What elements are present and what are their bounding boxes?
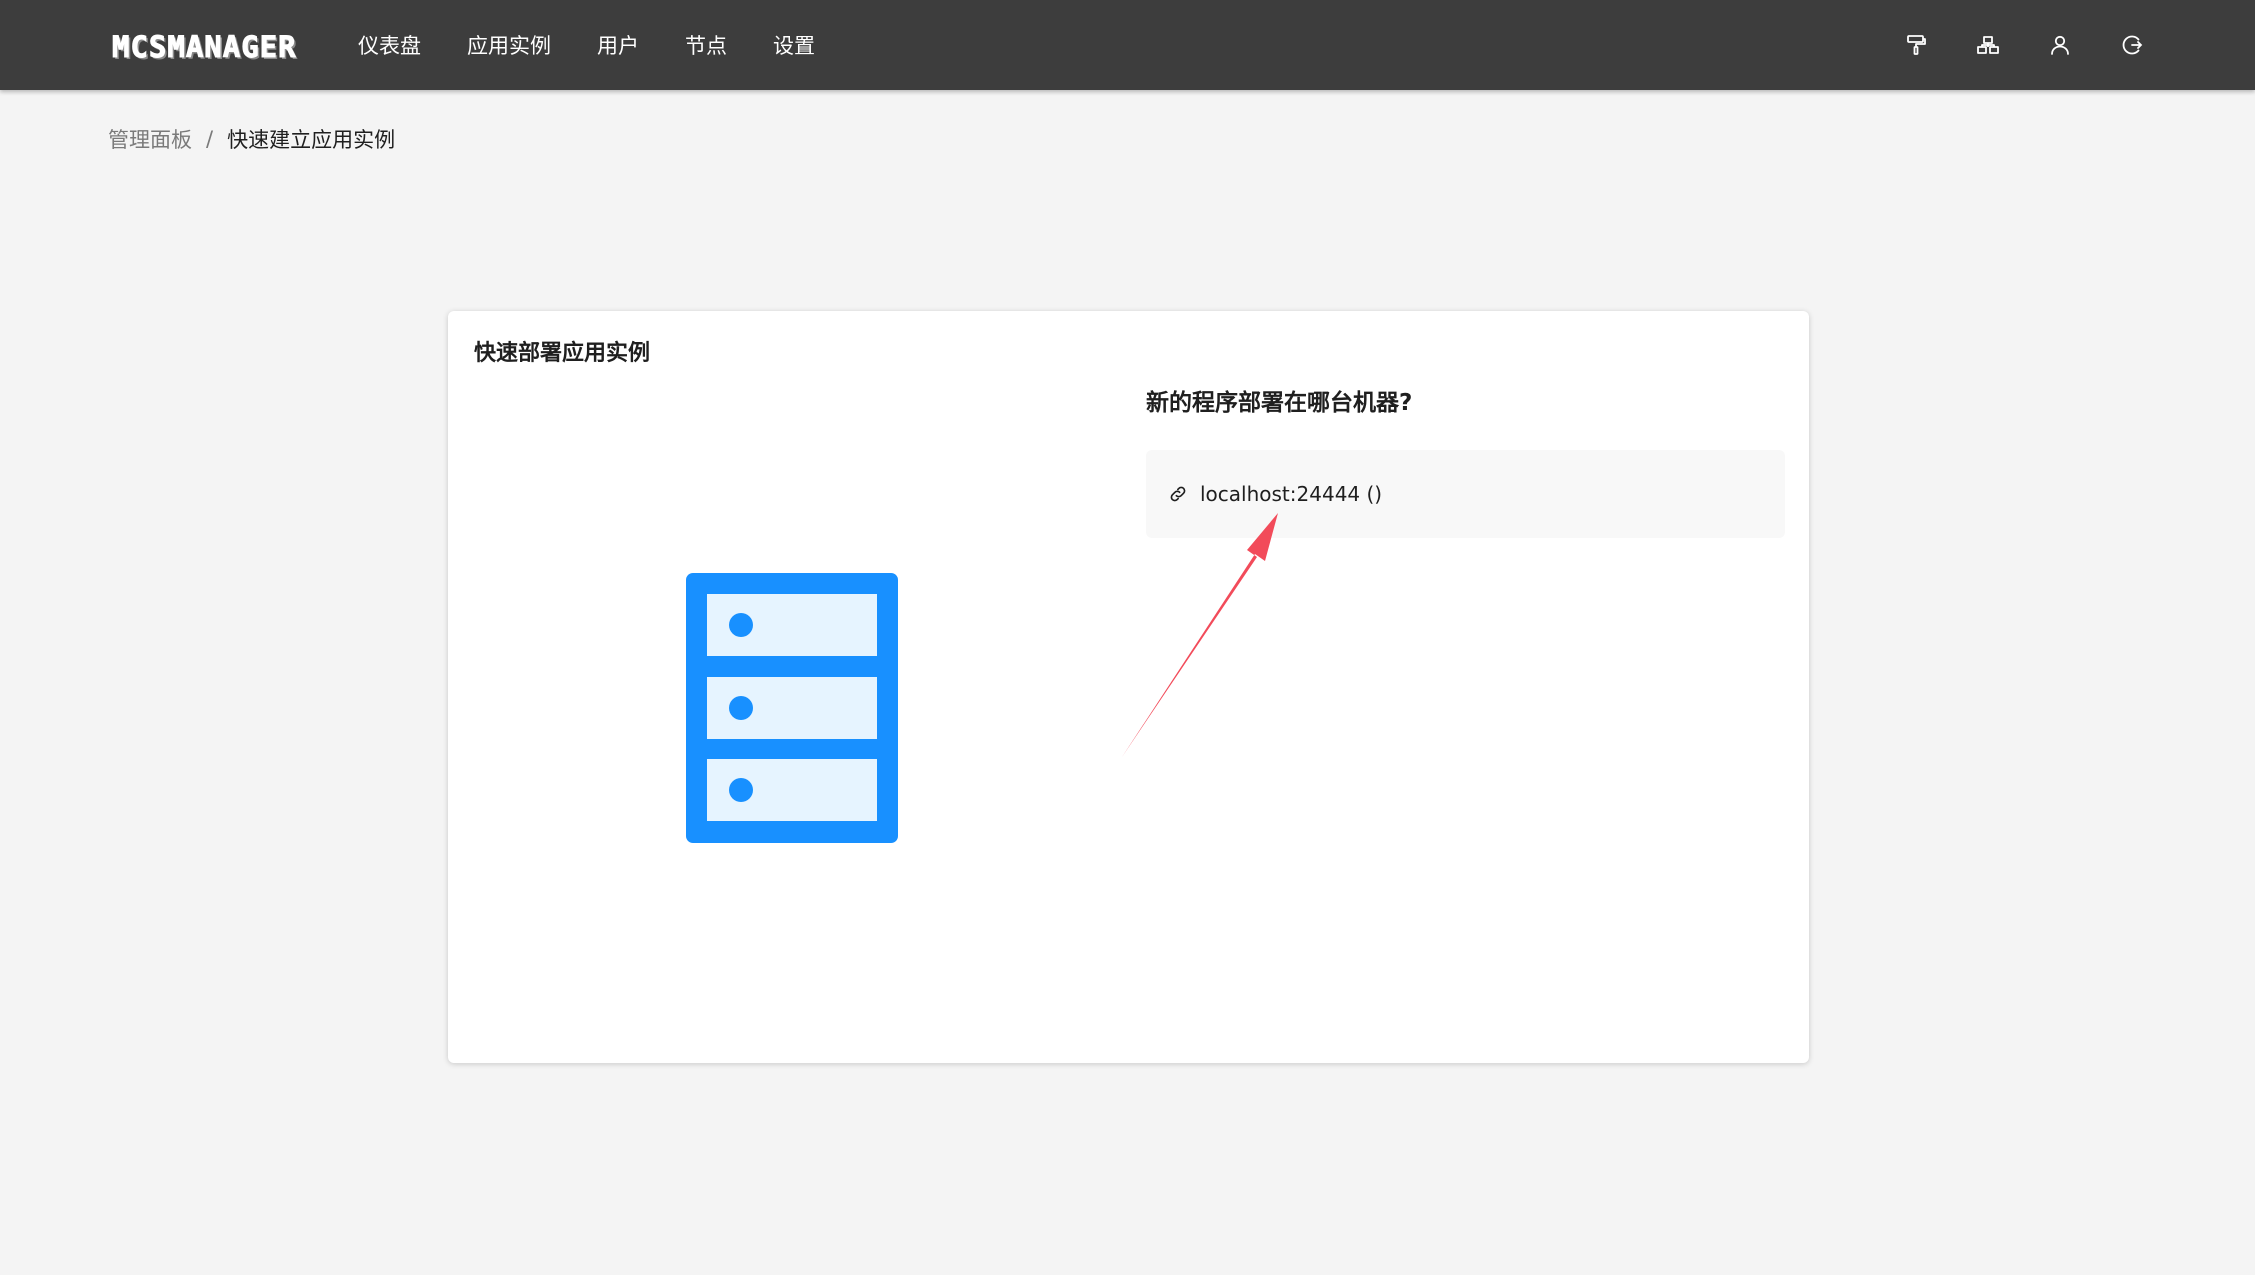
main-nav: 仪表盘 应用实例 用户 节点 设置 [358,0,815,90]
mcsmanager-logo[interactable]: MCSMANAGER [108,31,301,64]
card-title: 快速部署应用实例 [474,341,651,366]
nav-item-nodes[interactable]: 节点 [685,30,727,60]
logout-icon[interactable] [2119,32,2145,58]
node-option-localhost[interactable]: localhost:24444 () [1146,450,1785,538]
breadcrumb-separator: / [206,127,214,151]
server-rack-icon [686,573,898,843]
breadcrumb: 管理面板 / 快速建立应用实例 [108,124,395,154]
quick-deploy-card: 快速部署应用实例 新的程序部署在哪台机器? localhost:24444 () [448,311,1809,1063]
breadcrumb-root[interactable]: 管理面板 [108,124,192,154]
breadcrumb-current: 快速建立应用实例 [227,128,396,152]
network-icon[interactable] [1975,32,2001,58]
nav-item-settings[interactable]: 设置 [773,30,815,60]
nav-item-instances[interactable]: 应用实例 [467,30,551,60]
link-icon [1168,484,1188,504]
nav-item-users[interactable]: 用户 [597,30,639,60]
navbar-actions [1857,0,2145,90]
paint-roller-icon[interactable] [1903,32,1929,58]
nav-item-dashboard[interactable]: 仪表盘 [358,30,421,60]
top-navbar: MCSMANAGER 仪表盘 应用实例 用户 节点 设置 [0,0,2255,90]
deploy-target-question: 新的程序部署在哪台机器? [1146,390,1413,416]
node-address-label: localhost:24444 () [1200,482,1383,506]
user-icon[interactable] [2047,32,2073,58]
